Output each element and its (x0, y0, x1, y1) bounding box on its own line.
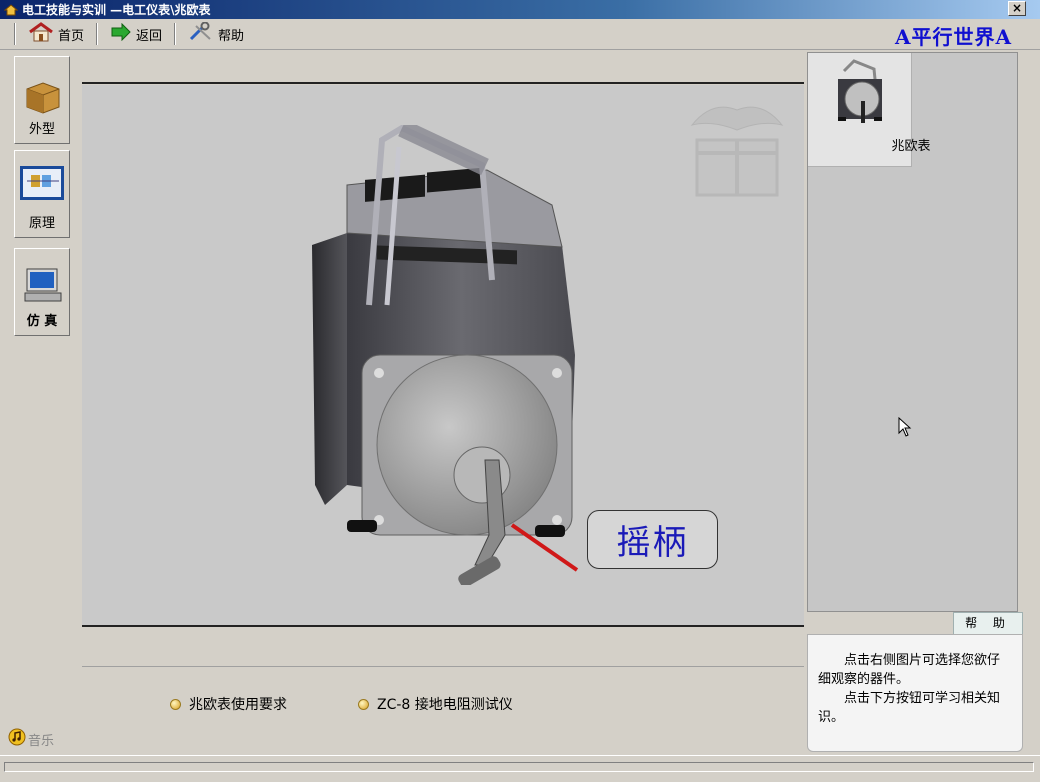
title-bar: 电工技能与实训 —电工仪表\兆欧表 × (0, 0, 1040, 19)
back-button[interactable]: 返回 (104, 21, 168, 47)
help-text-box: 点击右侧图片可选择您欲仔细观察的器件。 点击下方按钮可学习相关知识。 (807, 634, 1023, 752)
megger-device-image (307, 119, 627, 589)
link-label: ZC-8 接地电阻测试仪 (377, 697, 513, 713)
dragon-emblem-icon (682, 95, 792, 204)
related-links: 兆欧表使用要求 ZC-8 接地电阻测试仪 (82, 668, 804, 752)
box-icon (23, 79, 63, 119)
brand-text: A平行世界A (894, 25, 1012, 49)
gallery-item-label: 兆欧表 (891, 139, 931, 154)
bullet-icon (358, 698, 369, 710)
sidebar-item-label: 外型 (28, 122, 55, 137)
help-paragraph: 点击右侧图片可选择您欲仔细观察的器件。 (818, 653, 1001, 687)
music-label: 音乐 (28, 733, 55, 749)
sidebar-item-label: 原理 (28, 216, 55, 231)
sidebar-item-label: 仿 真 (26, 314, 58, 329)
toolbar: 首页 返回 帮助 A平行世界A (0, 19, 1040, 50)
music-toggle[interactable]: 音乐 (8, 728, 54, 750)
crank-callout: 摇柄 (587, 510, 718, 569)
bullet-icon (170, 698, 181, 710)
help-tab[interactable]: 帮 助 (953, 612, 1023, 634)
window-title: 电工技能与实训 —电工仪表\兆欧表 (22, 3, 211, 17)
caption-strip (82, 627, 804, 667)
schematic-icon (19, 165, 65, 205)
status-bar-well (4, 762, 1034, 772)
toolbar-separator (14, 23, 16, 45)
tools-icon (188, 21, 214, 46)
megger-thumbnail-icon (834, 59, 886, 137)
status-bar (0, 755, 1040, 782)
arrow-right-icon (110, 22, 132, 45)
sidebar-item-appearance[interactable]: 外型 (14, 56, 70, 144)
music-note-icon (8, 728, 26, 750)
mouse-cursor-icon (898, 416, 912, 441)
toolbar-separator (96, 23, 99, 45)
sidebar-item-principle[interactable]: 原理 (14, 150, 70, 238)
home-icon (28, 22, 54, 46)
home-button[interactable]: 首页 (22, 20, 90, 48)
help-button[interactable]: 帮助 (182, 20, 250, 48)
close-button[interactable]: × (1008, 1, 1026, 16)
help-paragraph: 点击下方按钮可学习相关知识。 (818, 691, 1001, 725)
toolbar-separator (174, 23, 177, 45)
sidebar: 外型 原理 仿 真 音乐 (8, 52, 78, 752)
app-icon (3, 3, 19, 16)
back-label: 返回 (136, 28, 163, 44)
link-label: 兆欧表使用要求 (189, 697, 287, 713)
device-gallery: 兆欧表 (807, 52, 1018, 612)
main-viewer: 摇柄 兆欧表使用要求 ZC-8 接地电阻测试仪 (82, 52, 804, 752)
gallery-item-megger[interactable]: 兆欧表 (808, 53, 931, 167)
sidebar-item-simulation[interactable]: 仿 真 (14, 248, 70, 336)
home-label: 首页 (58, 28, 85, 44)
link-megger-requirements[interactable]: 兆欧表使用要求 (170, 694, 287, 714)
viewer-header (82, 52, 804, 84)
link-zc8-tester[interactable]: ZC-8 接地电阻测试仪 (358, 694, 513, 714)
computer-icon (23, 267, 63, 307)
right-border (1018, 52, 1040, 612)
help-label: 帮助 (218, 28, 245, 44)
